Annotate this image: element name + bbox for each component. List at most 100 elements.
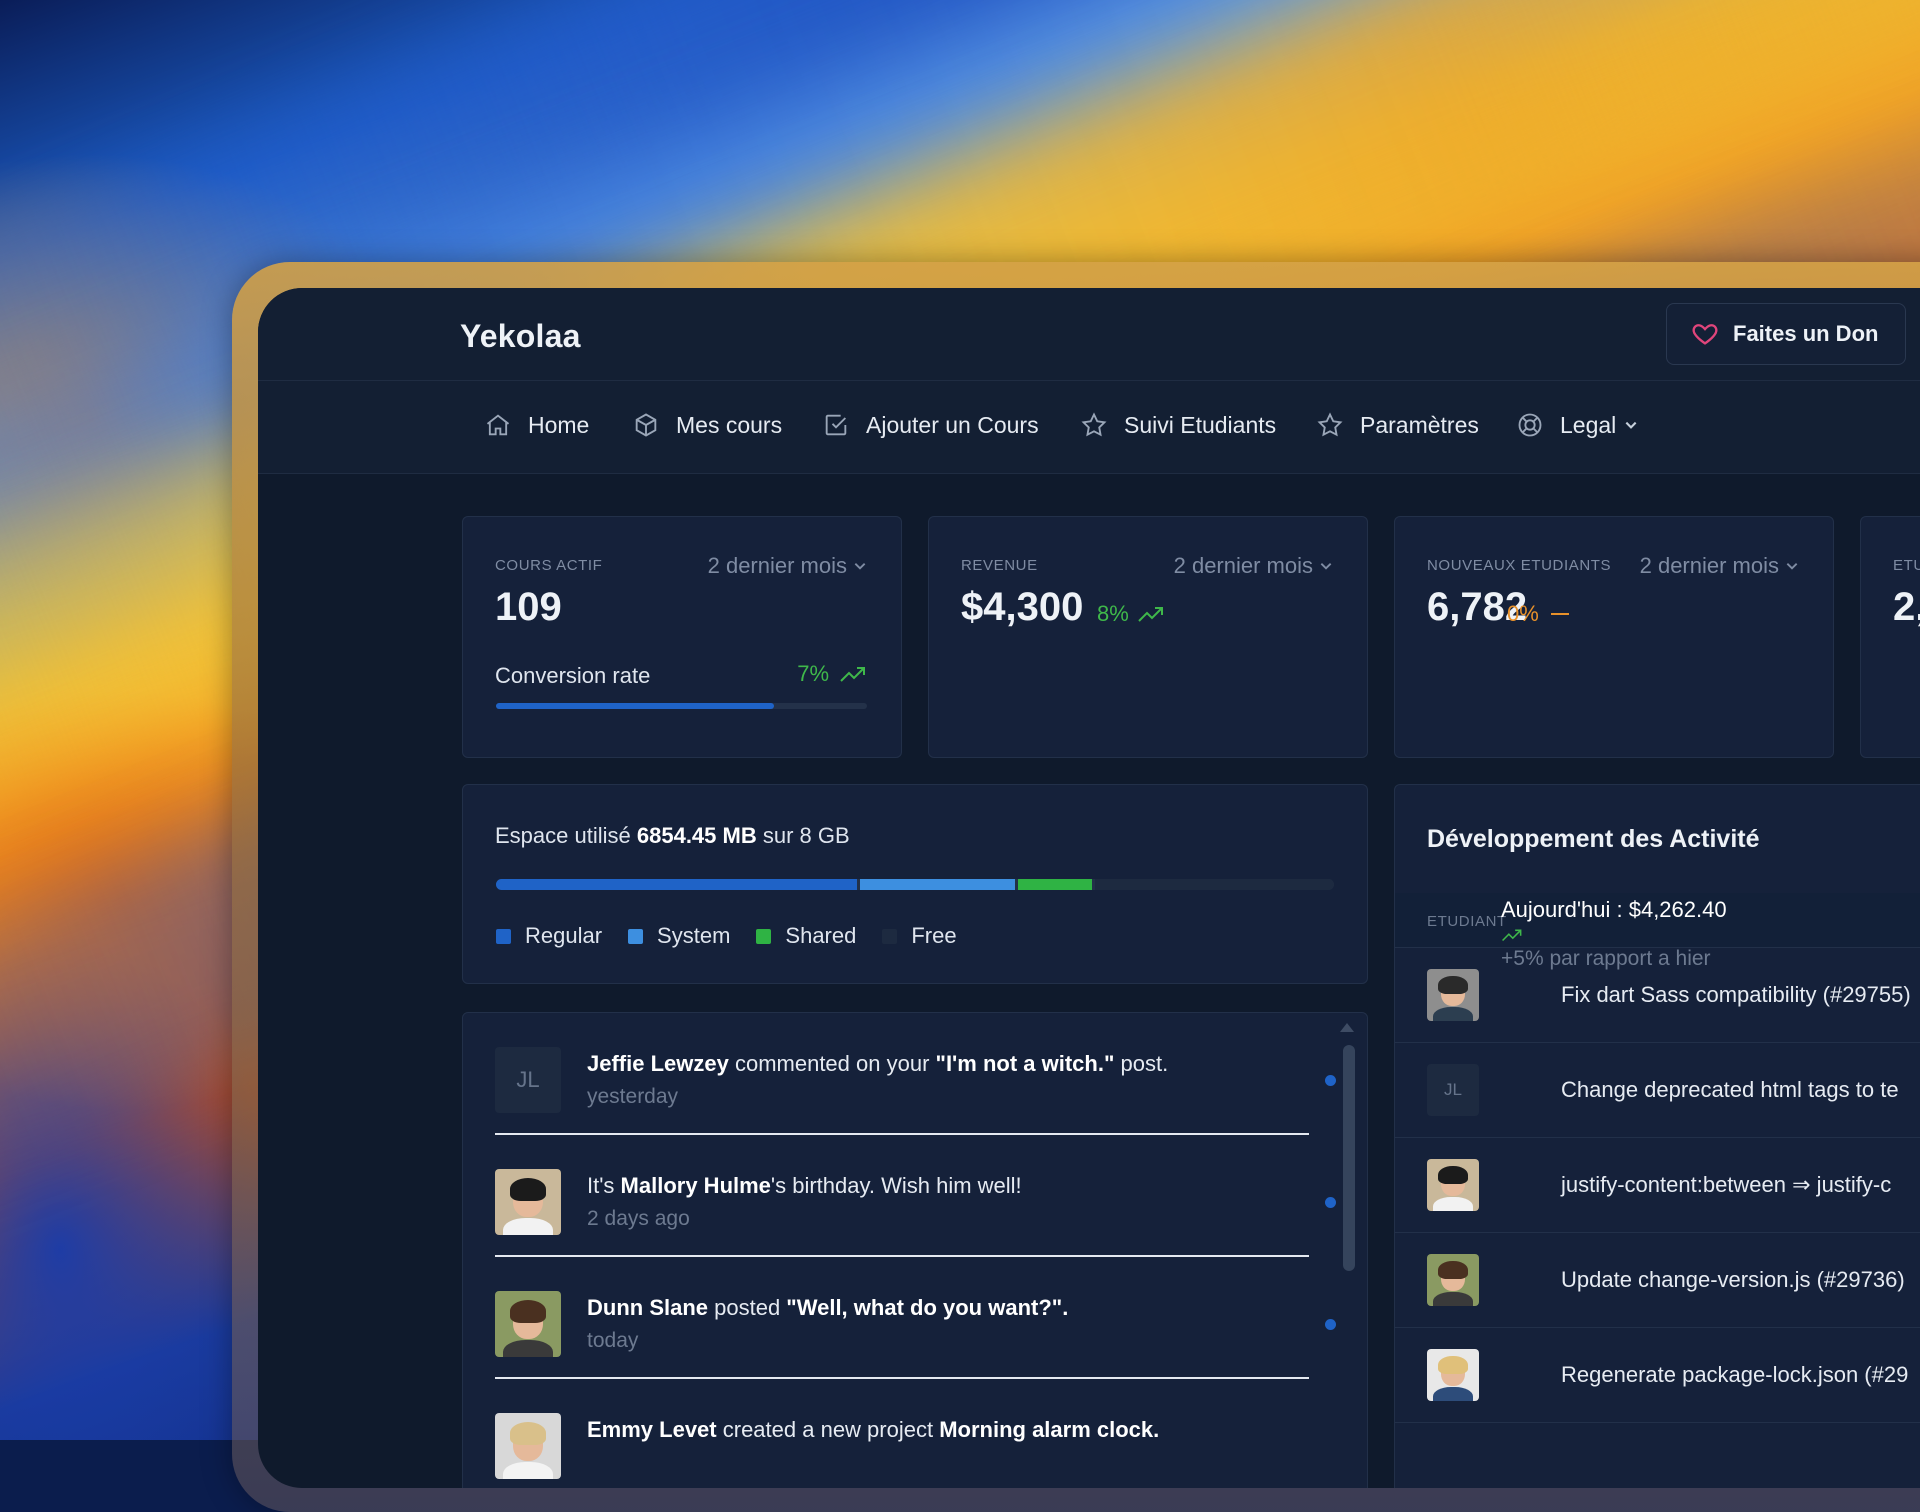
legend-label: Regular bbox=[525, 923, 603, 948]
nav-parametres[interactable]: Paramètres bbox=[1316, 411, 1479, 439]
stat-value: 2, bbox=[1893, 585, 1920, 629]
avatar bbox=[1427, 969, 1479, 1021]
avatar bbox=[1427, 1349, 1479, 1401]
message-text: posted bbox=[708, 1295, 787, 1320]
notification-time: today bbox=[587, 1329, 639, 1352]
user-name: Jeffie Lewzey bbox=[587, 1051, 729, 1076]
unread-dot bbox=[1325, 1075, 1336, 1086]
legend-item: System bbox=[628, 923, 730, 949]
table-row[interactable]: JL Change deprecated html tags to te bbox=[1395, 1043, 1920, 1138]
unread-dot bbox=[1325, 1197, 1336, 1208]
legend-item: Shared bbox=[756, 923, 856, 949]
legend-item: Regular bbox=[496, 923, 602, 949]
stat-change: 0% bbox=[1507, 601, 1575, 627]
list-item[interactable]: Emmy Levet created a new project Morning… bbox=[495, 1379, 1309, 1488]
message-quote: "I'm not a witch." bbox=[935, 1051, 1115, 1076]
notification-message: Jeffie Lewzey commented on your "I'm not… bbox=[587, 1051, 1168, 1077]
avatar bbox=[495, 1291, 561, 1357]
storage-total: sur 8 GB bbox=[762, 823, 850, 848]
star-icon bbox=[1081, 412, 1107, 437]
nav-label: Paramètres bbox=[1360, 411, 1479, 438]
nav-label: Ajouter un Cours bbox=[866, 411, 1039, 438]
conversion-progress bbox=[496, 703, 867, 709]
nav-label: Suivi Etudiants bbox=[1124, 411, 1277, 438]
chevron-down-icon bbox=[854, 563, 866, 570]
stat-change: 8% bbox=[1097, 601, 1165, 627]
trending-up-icon bbox=[840, 667, 865, 682]
stat-value: 109 bbox=[495, 585, 562, 629]
stat-card-cours-actif: COURS ACTIF 2 dernier mois 109 Conversio… bbox=[462, 516, 902, 758]
legend-label: Free bbox=[911, 923, 957, 948]
star-icon bbox=[1317, 412, 1343, 437]
avatar bbox=[495, 1169, 561, 1235]
box-icon bbox=[635, 413, 657, 437]
nav-ajouter-cours[interactable]: Ajouter un Cours bbox=[822, 411, 1039, 439]
brand-logo[interactable]: Yekolaa bbox=[460, 318, 581, 355]
nav-home[interactable]: Home bbox=[484, 411, 589, 439]
avatar bbox=[1427, 1254, 1479, 1306]
stat-label: REVENUE bbox=[961, 557, 1038, 574]
period-dropdown[interactable]: 2 dernier mois bbox=[1640, 553, 1799, 579]
message-text: post. bbox=[1114, 1051, 1169, 1076]
list-item[interactable]: JL Jeffie Lewzey commented on your "I'm … bbox=[495, 1013, 1336, 1135]
stat-card-etudiants: ETU 2, bbox=[1860, 516, 1920, 758]
storage-segment-free bbox=[1095, 879, 1334, 890]
list-item[interactable]: It's Mallory Hulme's birthday. Wish him … bbox=[495, 1135, 1336, 1257]
change-value: 0% bbox=[1507, 601, 1539, 626]
chevron-down-icon bbox=[1320, 563, 1332, 570]
conversion-value: 7% bbox=[797, 661, 829, 686]
stat-card-nouveaux-etudiants: NOUVEAUX ETUDIANTS 2 dernier mois 6,782 … bbox=[1394, 516, 1834, 758]
flat-trend-icon bbox=[1550, 613, 1569, 615]
lifebuoy-icon bbox=[1518, 413, 1542, 437]
stat-label: COURS ACTIF bbox=[495, 557, 603, 574]
activity-text: Fix dart Sass compatibility (#29755) bbox=[1561, 982, 1911, 1007]
storage-bar bbox=[496, 879, 1334, 890]
heart-icon bbox=[1692, 324, 1718, 345]
avatar: JL bbox=[1427, 1064, 1479, 1116]
storage-summary: Espace utilisé 6854.45 MB sur 8 GB bbox=[495, 823, 850, 849]
legend-swatch bbox=[628, 928, 644, 944]
nav-suivi-etudiants[interactable]: Suivi Etudiants bbox=[1080, 411, 1276, 439]
message-text: commented on your bbox=[728, 1051, 936, 1076]
stat-card-revenue: REVENUE 2 dernier mois $4,300 8% bbox=[928, 516, 1368, 758]
change-value: 8% bbox=[1097, 601, 1129, 626]
list-item[interactable]: Dunn Slane posted "Well, what do you wan… bbox=[495, 1257, 1336, 1379]
trending-up-icon bbox=[1502, 929, 1522, 942]
period-dropdown[interactable]: 2 dernier mois bbox=[708, 553, 867, 579]
table-row[interactable]: Regenerate package-lock.json (#29 bbox=[1395, 1328, 1920, 1423]
period-label: 2 dernier mois bbox=[1173, 553, 1313, 578]
notifications-card: JL Jeffie Lewzey commented on your "I'm … bbox=[462, 1012, 1368, 1488]
column-header: ETUDIANT bbox=[1427, 913, 1507, 930]
donate-button[interactable]: Faites un Don bbox=[1666, 303, 1906, 365]
nav-legal[interactable]: Legal bbox=[1516, 411, 1638, 439]
legend-swatch bbox=[882, 928, 898, 944]
main-nav: Home Mes cours Ajouter un Cours Suivi Et… bbox=[258, 381, 1920, 474]
avatar bbox=[495, 1413, 561, 1479]
avatar: JL bbox=[495, 1047, 561, 1113]
nav-label: Home bbox=[528, 411, 590, 438]
storage-legend: Regular System Shared Free bbox=[496, 923, 957, 949]
checkbox-icon bbox=[825, 414, 847, 436]
chevron-down-icon bbox=[1786, 563, 1798, 570]
message-text: 's birthday. Wish him well! bbox=[770, 1173, 1022, 1198]
activity-text: justify-content:between ⇒ justify-c bbox=[1561, 1172, 1892, 1197]
scrollbar-thumb[interactable] bbox=[1343, 1045, 1355, 1271]
message-text: created a new project bbox=[716, 1417, 940, 1442]
table-row[interactable]: Update change-version.js (#29736) bbox=[1395, 1233, 1920, 1328]
legend-item: Free bbox=[882, 923, 957, 949]
storage-card: Espace utilisé 6854.45 MB sur 8 GB Regul… bbox=[462, 784, 1368, 984]
user-name: Dunn Slane bbox=[587, 1295, 709, 1320]
stat-value: $4,300 bbox=[961, 585, 1084, 629]
nav-mes-cours[interactable]: Mes cours bbox=[632, 411, 782, 439]
activity-text: Regenerate package-lock.json (#29 bbox=[1561, 1362, 1909, 1387]
user-name: Emmy Levet bbox=[587, 1417, 717, 1442]
table-row[interactable]: justify-content:between ⇒ justify-c bbox=[1395, 1138, 1920, 1233]
notification-message: It's Mallory Hulme's birthday. Wish him … bbox=[587, 1173, 1022, 1199]
legend-swatch bbox=[496, 928, 511, 944]
scroll-up-arrow[interactable] bbox=[1340, 1023, 1354, 1032]
period-dropdown[interactable]: 2 dernier mois bbox=[1174, 553, 1333, 579]
storage-prefix: Espace utilisé bbox=[495, 823, 631, 848]
donate-label: Faites un Don bbox=[1733, 321, 1879, 346]
chevron-down-icon bbox=[1625, 421, 1637, 429]
nav-label: Legal bbox=[1560, 411, 1617, 438]
